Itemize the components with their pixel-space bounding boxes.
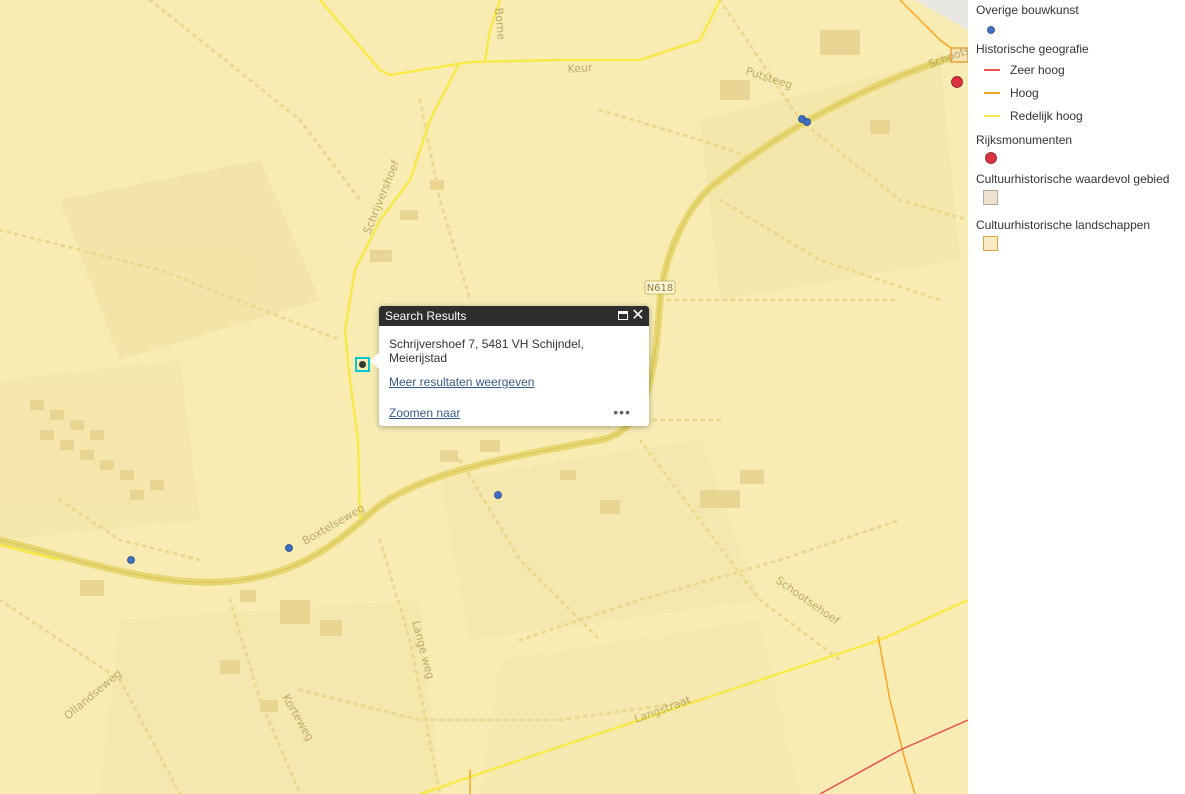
- svg-text:Borne: Borne: [492, 7, 508, 41]
- svg-text:Schootsedijk: Schootsedijk: [927, 35, 968, 71]
- red-dot-icon: [985, 152, 997, 164]
- orange-line-icon: [984, 92, 1000, 94]
- legend-heading-rijksmonumenten: Rijksmonumenten: [976, 133, 1073, 147]
- svg-text:Putsteeg: Putsteeg: [744, 64, 794, 91]
- red-line-icon: [984, 69, 1000, 71]
- svg-text:Keur: Keur: [567, 61, 593, 76]
- more-results-link[interactable]: Meer resultaten weergeven: [389, 375, 534, 389]
- legend-item-redelijk-hoog: Redelijk hoog: [976, 107, 1083, 125]
- yellow-line-icon: [984, 115, 1000, 117]
- legend-heading-landschappen: Cultuurhistorische landschappen: [976, 218, 1151, 232]
- marker-bouwkunst: [285, 544, 293, 552]
- marker-bouwkunst: [803, 118, 811, 126]
- marker-rijksmonument[interactable]: [951, 76, 963, 88]
- orange-outline-swatch-icon: [983, 236, 998, 251]
- legend-heading-historische-geografie: Historische geografie: [976, 42, 1089, 56]
- close-icon[interactable]: ✕: [631, 308, 645, 324]
- legend-label: Redelijk hoog: [1010, 109, 1083, 123]
- map-edge-shade: [915, 0, 968, 30]
- legend-item-zeer-hoog: Zeer hoog: [976, 61, 1065, 79]
- svg-text:Schootsehoef: Schootsehoef: [773, 574, 843, 628]
- legend-label: Hoog: [1010, 86, 1039, 100]
- field-patches: [0, 60, 960, 794]
- popup-header: Search Results ✕: [379, 306, 649, 326]
- popup-pointer: [370, 352, 380, 370]
- route-shield-n618: N618: [644, 280, 676, 295]
- maximize-icon[interactable]: [618, 311, 628, 320]
- legend-label: Zeer hoog: [1010, 63, 1065, 77]
- search-results-popup: Search Results ✕ Schrijvershoef 7, 5481 …: [370, 306, 649, 426]
- zoom-to-link[interactable]: Zoomen naar: [389, 406, 460, 420]
- marker-bouwkunst: [127, 556, 135, 564]
- legend-heading-overige-bouwkunst: Overige bouwkunst: [976, 3, 1079, 17]
- search-result-marker[interactable]: [355, 357, 370, 372]
- beige-area-swatch-icon: [983, 190, 998, 205]
- legend-panel: Overige bouwkunst Historische geografie …: [968, 0, 1185, 794]
- marker-bouwkunst: [494, 491, 502, 499]
- map-view[interactable]: Keur Putsteeg Schrijvershoef Schootsehoe…: [0, 0, 968, 794]
- more-actions-icon[interactable]: •••: [613, 404, 631, 420]
- popup-title: Search Results: [385, 309, 467, 323]
- legend-item-hoog: Hoog: [976, 84, 1039, 102]
- svg-text:N618: N618: [647, 283, 674, 294]
- popup-address: Schrijvershoef 7, 5481 VH Schijndel, Mei…: [389, 337, 584, 365]
- legend-heading-waardevol-gebied: Cultuurhistorische waardevol gebied: [976, 172, 1170, 186]
- blue-dot-icon: [987, 26, 995, 34]
- historic-route-zeer-hoog: [819, 719, 968, 794]
